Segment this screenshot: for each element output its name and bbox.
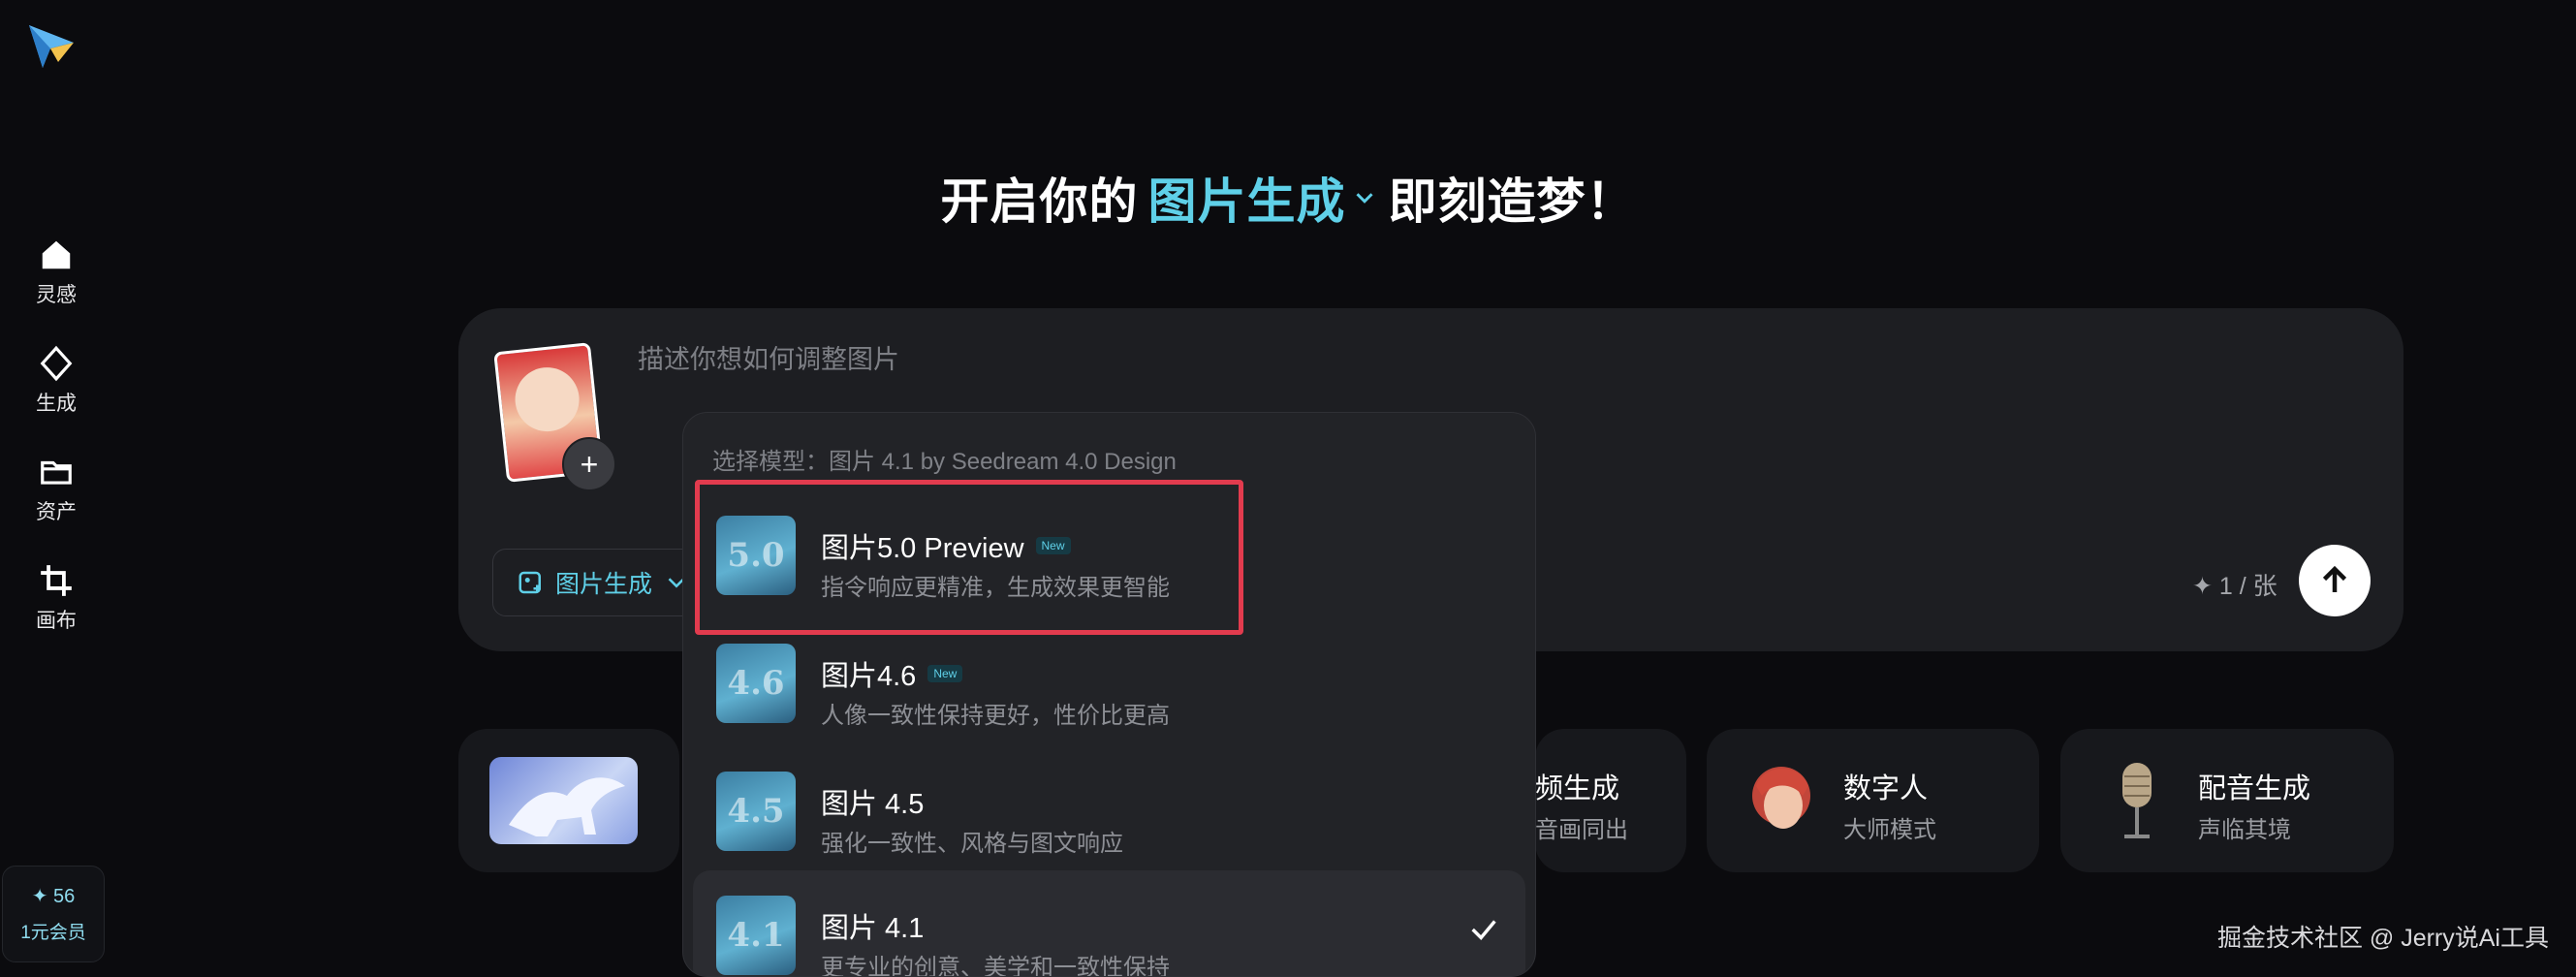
image-sparkle-icon (518, 571, 541, 594)
hero-suffix: 即刻造梦！ (1388, 174, 1636, 229)
crop-icon (41, 565, 72, 596)
sidebar-item-label: 资产 (36, 501, 77, 523)
hero-mode-label: 图片生成 (1147, 174, 1346, 229)
folder-icon (41, 460, 72, 485)
model-name-row: 图片4.6 New (821, 653, 963, 694)
dropdown-header: 选择模型：图片 4.1 by Seedream 4.0 Design (712, 449, 1177, 475)
chevron-down-icon (1355, 193, 1373, 204)
model-thumbnail: 4.1 (716, 896, 796, 975)
new-badge: New (927, 665, 963, 682)
hero-prefix: 开启你的 (940, 174, 1139, 229)
watermark: 掘金技术社区 @ Jerry说Ai工具 (2216, 925, 2549, 952)
home-icon (42, 240, 71, 269)
sidebar-item-inspiration[interactable]: 灵感 (17, 236, 95, 308)
model-description: 强化一致性、风格与图文响应 (821, 831, 1123, 857)
arrow-up-icon (2322, 565, 2347, 592)
card-title: 频生成 (1535, 773, 1620, 804)
annotation-highlight-box (695, 480, 1243, 635)
card-subtitle: 大师模式 (1843, 817, 1936, 843)
model-option-4-5[interactable]: 4.5 图片 4.5 强化一致性、风格与图文响应 (693, 746, 1525, 863)
model-option-4-6[interactable]: 4.6 图片4.6 New 人像一致性保持更好，性价比更高 (693, 618, 1525, 735)
diamond-icon (40, 345, 73, 382)
hero-mode-selector[interactable]: 图片生成 (1148, 163, 1379, 233)
credit-count: ✦ 56 (31, 886, 76, 907)
paper-plane-logo-icon[interactable] (25, 19, 78, 72)
model-thumbnail: 4.5 (716, 772, 796, 851)
sidebar-item-label: 灵感 (36, 284, 77, 306)
credits-panel[interactable]: ✦ 56 1元会员 (2, 866, 105, 962)
sidebar-item-generate[interactable]: 生成 (17, 345, 95, 417)
model-name: 图片 4.5 (821, 789, 925, 820)
sidebar-item-label: 画布 (36, 610, 77, 632)
membership-link[interactable]: 1元会员 (20, 918, 86, 944)
model-option-4-1[interactable]: 4.1 图片 4.1 更专业的创意、美学和一致性保持 (693, 870, 1525, 977)
model-name: 图片4.6 (821, 661, 917, 692)
page-title: 开启你的 图片生成 即刻造梦！ (0, 163, 2576, 233)
send-button[interactable] (2299, 545, 2371, 616)
card-subtitle: 音画同出 (1535, 817, 1628, 843)
digital-human-avatar (1752, 767, 1810, 829)
sidebar-item-canvas[interactable]: 画布 (17, 562, 95, 634)
card-subtitle: 声临其境 (2198, 817, 2291, 843)
sidebar-item-assets[interactable]: 资产 (17, 454, 95, 525)
model-thumbnail: 4.6 (716, 644, 796, 723)
model-name-row: 图片 4.1 (821, 905, 924, 946)
add-reference-button[interactable]: + (562, 437, 616, 491)
card-title: 数字人 (1843, 773, 1929, 804)
model-description: 人像一致性保持更好，性价比更高 (821, 703, 1170, 729)
card-title: 配音生成 (2198, 773, 2311, 804)
model-name: 图片 4.1 (821, 913, 925, 944)
model-name-row: 图片 4.5 (821, 781, 924, 822)
sidebar-item-label: 生成 (36, 393, 77, 415)
pegasus-image (489, 757, 638, 844)
mode-select-label: 图片生成 (555, 571, 653, 598)
checkmark-icon (1471, 920, 1496, 941)
microphone-icon (2122, 763, 2152, 838)
prompt-input[interactable] (638, 345, 2091, 375)
generation-cost: ✦ 1 / 张 (2192, 573, 2278, 600)
model-description: 更专业的创意、美学和一致性保持 (821, 955, 1170, 977)
